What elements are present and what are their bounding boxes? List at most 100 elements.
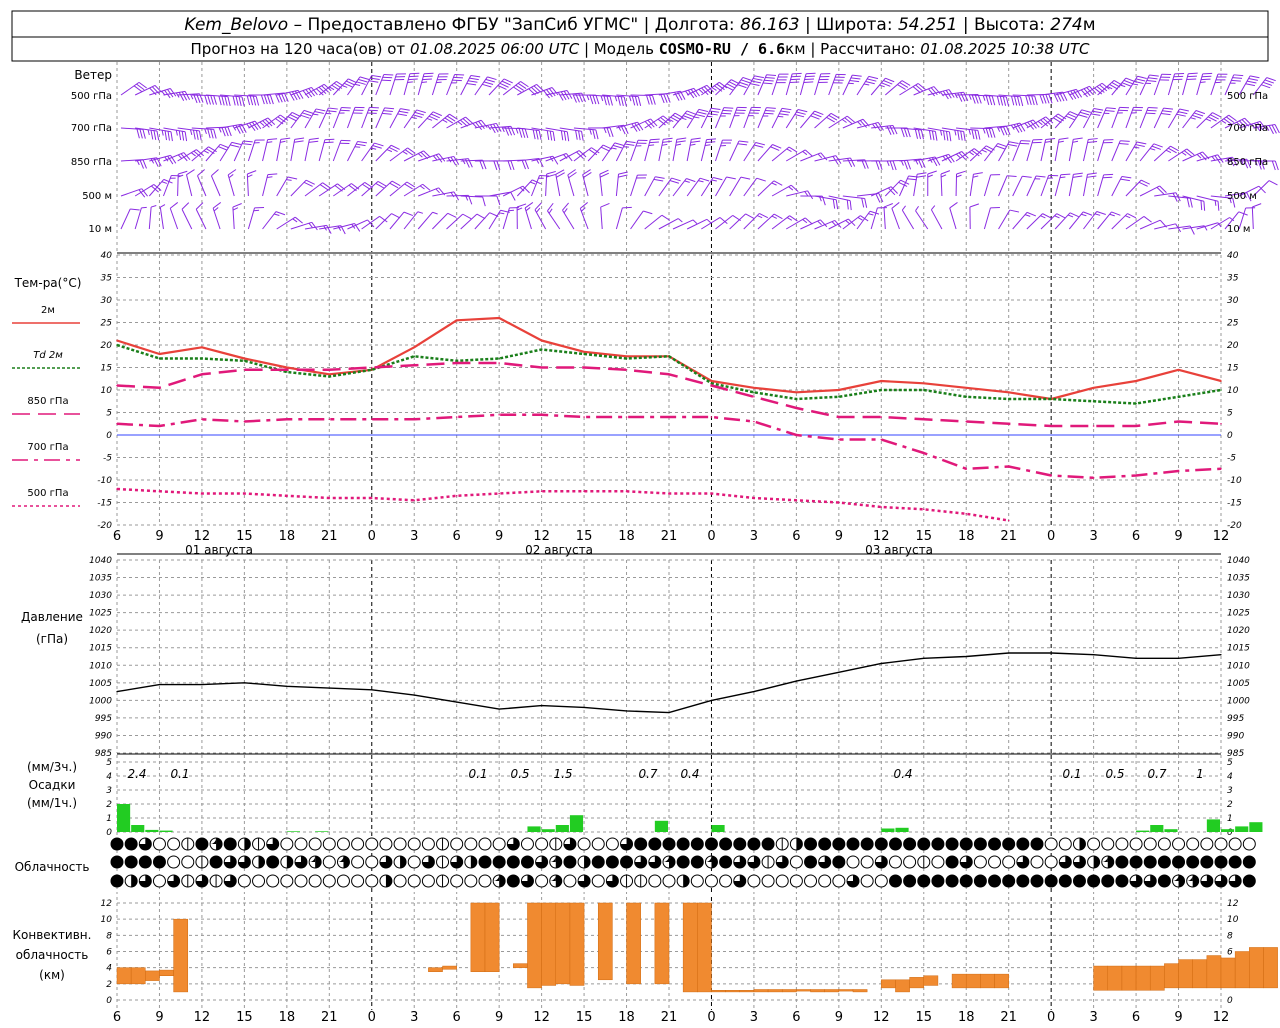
wind-barb-staff [305,139,309,161]
conv-cloud-bar [768,989,782,991]
wind-barb-staff [149,207,151,229]
wind-barb-flag [574,130,578,139]
pressure-ytick-left: 1015 [89,644,112,654]
wind-barb-staff [631,211,644,229]
conv-cloud-bar [117,968,131,984]
cloud-cover-symbol [606,838,618,850]
wind-barb-flag [1160,77,1169,83]
wind-barb-staff [305,109,316,128]
wind-barb-flag [931,131,935,140]
wind-barb-flag [1059,136,1068,141]
wind-barb-flag [1189,198,1193,207]
cloud-cover-symbol [776,875,788,887]
temp-point [498,493,500,495]
wind-barb-staff [1112,141,1121,161]
cloud-circle [422,838,434,850]
wind-barb [305,83,331,103]
cloud-circle [677,838,689,850]
wind-barb-half [462,159,465,164]
wind-barb-flag [1103,140,1112,145]
wind-barb-flag [436,154,442,163]
cloud-circle [1059,875,1071,887]
cloud-cover-symbol [1158,856,1170,868]
pressure-ytick-right: 995 [1227,714,1244,724]
cloud-cover-symbol [1130,856,1142,868]
precip-ytick-left: 4 [106,772,112,782]
conv-cloud-bar [159,970,173,976]
precip-bar [1164,829,1177,832]
wind-barb [560,93,586,104]
wind-barb-flag [1147,108,1156,114]
wind-barb-flag [341,138,350,144]
wind-barb-flag [607,128,610,137]
wind-barb-flag [706,140,715,145]
wind-barb [121,159,147,170]
wind-barb [291,178,315,202]
temp-point [1093,425,1095,427]
wind-barb [192,145,217,168]
cloud-cover-symbol [422,875,434,887]
hour-tick-label: 12 [533,1010,550,1024]
conv-ytick-left: 0 [106,996,112,1006]
wind-barb [829,158,855,170]
cloud-cover-symbol [394,838,406,850]
wind-barb-flag [268,137,277,142]
pressure-point [244,682,245,683]
wind-barb-staff [121,209,130,229]
wind-barb-flag [904,128,907,137]
cloud-circle [1158,838,1170,850]
precip-ytick-left: 5 [106,758,112,768]
cloud-circle [394,875,406,887]
cloud-cover-symbol [1187,838,1199,850]
wind-barb-flag [1028,96,1031,105]
precip-bar [1150,825,1163,832]
cloud-circle [861,875,873,887]
wind-barb-flag [645,120,651,129]
wind-barb-flag [848,201,853,210]
conv-cloud-bar [796,989,810,991]
wind-barb [234,120,261,136]
cloud-cover-symbol [989,875,1001,887]
date-label: 02 августа [525,543,593,557]
wind-barb-flag [549,88,555,97]
wind-barb [1195,196,1221,211]
cloud-circle [748,838,760,850]
wind-barb-flag [790,80,799,85]
wind-barb-flag [1073,174,1082,179]
cloud-cover-symbol [875,875,887,887]
cloud-circle [1116,856,1128,868]
wind-barb-flag [195,131,199,140]
temp-point [244,493,246,495]
cloud-circle [705,838,717,850]
conv-cloud-bar [811,989,825,991]
wind-barb-flag [210,129,214,138]
cloud-cover-symbol [1017,875,1029,887]
temp-point [456,495,458,497]
pressure-ytick-left: 1000 [89,696,112,706]
cloud-cover-symbol [465,875,477,887]
temp-point [456,360,458,362]
wind-barb [135,84,161,103]
wind-barb [196,169,214,196]
cloud-cover-symbol [1144,875,1156,887]
wind-barb-flag [214,96,217,105]
wind-barb-staff [1083,140,1088,161]
temp-ytick-left: 20 [101,341,113,351]
cloud-cover-symbol [168,856,180,868]
cloud-cover-symbol [805,838,817,850]
wind-barb [291,136,304,162]
wind-barb-flag [532,130,536,139]
temp-point [1178,369,1180,371]
cloud-circle [309,838,321,850]
cloud-circle [805,875,817,887]
cloud-cover-symbol [790,875,802,887]
cloud-circle [861,856,873,868]
cloud-circle [918,838,930,850]
temp-point [796,499,798,501]
cloud-cover-symbol [960,838,972,850]
wind-level-850hpa: 850 гПа [71,157,112,168]
temp-point [329,376,331,378]
hour-tick-label: 0 [707,529,715,544]
hour-tick-label: 3 [750,1010,758,1024]
pressure-point [881,663,882,664]
